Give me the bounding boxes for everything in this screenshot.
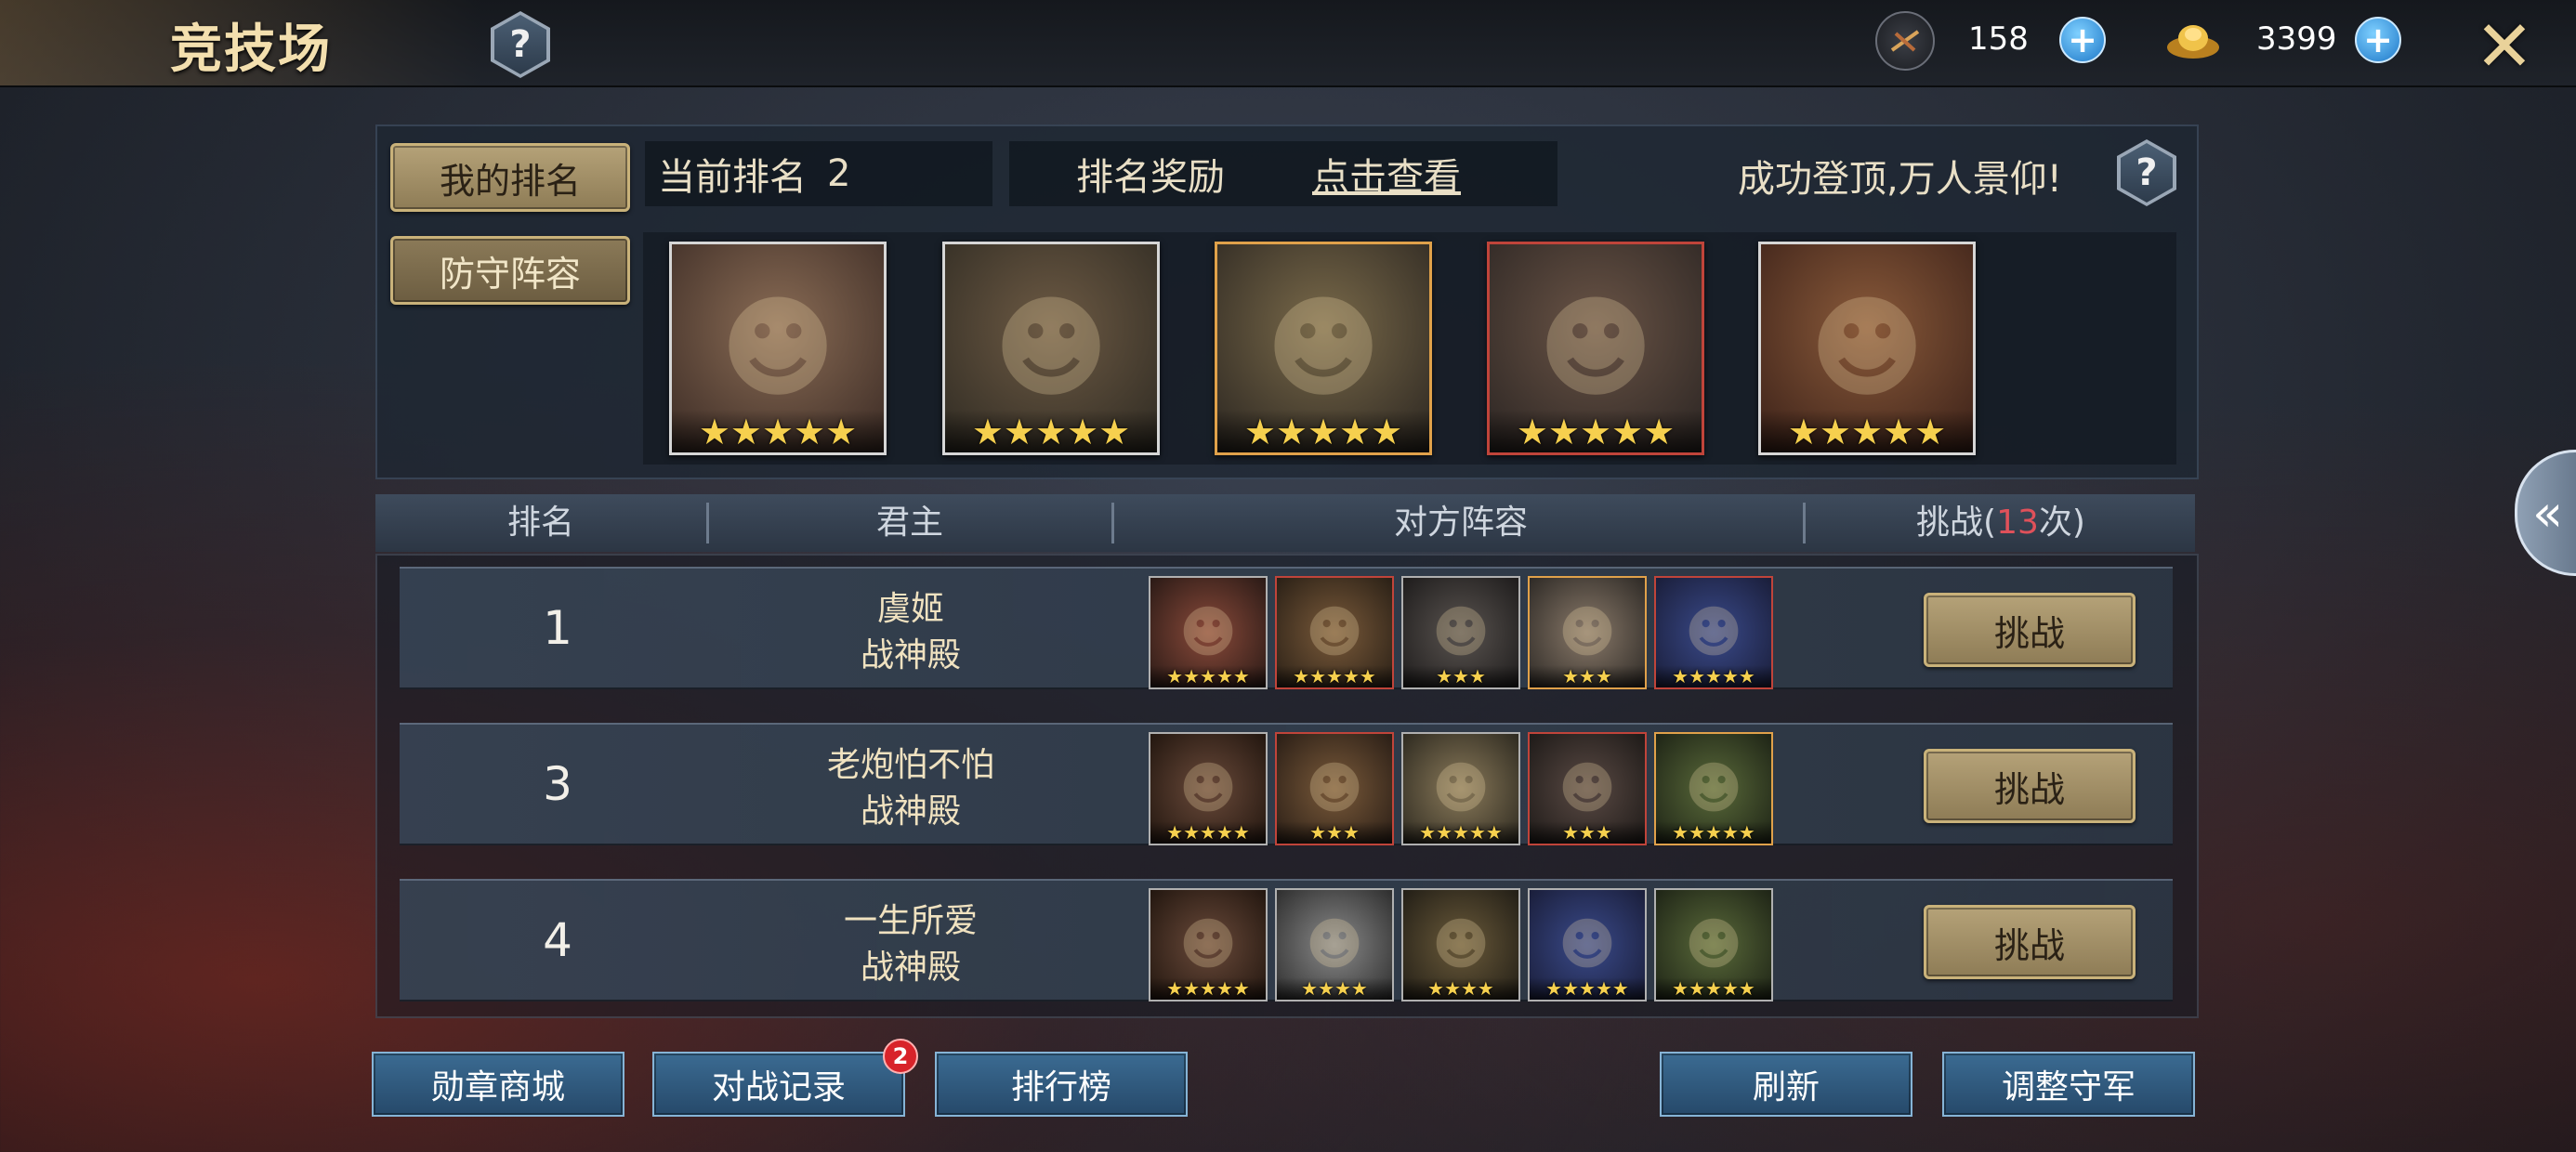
challenge-button[interactable]: 挑战 bbox=[1924, 905, 2136, 979]
rank-reward-box: 排名奖励 点击查看 bbox=[1009, 141, 1557, 206]
ranking-table-header: 排名 君主 对方阵容 挑战(13次) bbox=[375, 494, 2195, 552]
hero-stars: ★★★★ bbox=[1403, 977, 1518, 1000]
hero-stars: ★★★★★ bbox=[1530, 977, 1645, 1000]
current-rank-box: 当前排名 2 bbox=[645, 141, 992, 206]
table-row: 3 老炮怕不怕 战神殿 ☻ ★★★★★ ☻ ★★★ ☻ ★★★★★ ☻ ★★★ ☻ ★★★… bbox=[400, 723, 2173, 845]
refresh-button[interactable]: 刷新 bbox=[1660, 1052, 1912, 1117]
battle-log-button[interactable]: 对战记录 bbox=[652, 1052, 905, 1117]
defense-lineup-tab[interactable]: 防守阵容 bbox=[390, 236, 630, 305]
header-lord: 君主 bbox=[875, 504, 943, 542]
challenge-suffix: 次) bbox=[2038, 504, 2085, 542]
hero-stars: ★★★★★ bbox=[1217, 410, 1429, 452]
question-icon: ? bbox=[2136, 151, 2158, 194]
opponent-hero[interactable]: ☻ ★★★★ bbox=[1275, 888, 1394, 1001]
opponent-hero[interactable]: ☻ ★★★ bbox=[1401, 576, 1520, 689]
opponent-hero[interactable]: ☻ ★★★★★ bbox=[1654, 732, 1773, 845]
help-button[interactable]: ? bbox=[491, 11, 550, 78]
hero-stars: ★★★★★ bbox=[1277, 665, 1392, 687]
hero-stars: ★★★ bbox=[1403, 665, 1518, 687]
header-divider bbox=[706, 503, 709, 543]
hero-stars: ★★★★★ bbox=[1150, 977, 1266, 1000]
challenge-button[interactable]: 挑战 bbox=[1924, 749, 2136, 823]
token-icon bbox=[1875, 11, 1935, 71]
hero-stars: ★★★★★ bbox=[1656, 821, 1771, 844]
opponent-hero[interactable]: ☻ ★★★★★ bbox=[1528, 888, 1647, 1001]
token-count: 158 bbox=[1968, 20, 2029, 58]
rank-reward-link[interactable]: 点击查看 bbox=[1312, 147, 1461, 201]
header-lineup: 对方阵容 bbox=[1393, 504, 1528, 542]
header-rank: 排名 bbox=[506, 504, 574, 542]
hero-stars: ★★★ bbox=[1530, 665, 1645, 687]
opponent-hero[interactable]: ☻ ★★★★★ bbox=[1654, 888, 1773, 1001]
top-bar: 竞技场 ? 158 + 3399 + ✕ bbox=[0, 0, 2576, 87]
question-icon: ? bbox=[509, 23, 532, 66]
hero-stars: ★★★★ bbox=[1277, 977, 1392, 1000]
row-rank: 3 bbox=[543, 757, 572, 811]
current-rank-label: 当前排名 bbox=[658, 156, 807, 199]
table-row: 1 虞姬 战神殿 ☻ ★★★★★ ☻ ★★★★★ ☻ ★★★ ☻ ★★★ ☻ ★★★★★ … bbox=[400, 567, 2173, 689]
hero-stars: ★★★★★ bbox=[1150, 665, 1266, 687]
leaderboard-button[interactable]: 排行榜 bbox=[935, 1052, 1188, 1117]
hero-stars: ★★★★★ bbox=[1490, 410, 1702, 452]
row-lord-name: 一生所爱 bbox=[843, 902, 978, 940]
opponent-hero[interactable]: ☻ ★★★ bbox=[1528, 732, 1647, 845]
row-rank: 1 bbox=[543, 601, 572, 655]
opponent-hero[interactable]: ☻ ★★★★★ bbox=[1149, 888, 1268, 1001]
challenge-prefix: 挑战( bbox=[1916, 504, 1997, 542]
opponent-hero[interactable]: ☻ ★★★★★ bbox=[1654, 576, 1773, 689]
defense-hero-card[interactable]: ☻ ★★★★★ bbox=[1487, 242, 1704, 455]
close-icon: ✕ bbox=[2475, 4, 2534, 87]
hero-stars: ★★★★★ bbox=[1403, 821, 1518, 844]
hero-stars: ★★★★★ bbox=[1656, 977, 1771, 1000]
hero-stars: ★★★ bbox=[1530, 821, 1645, 844]
defense-hero-card[interactable]: ☻ ★★★★★ bbox=[669, 242, 887, 455]
opponent-hero[interactable]: ☻ ★★★★★ bbox=[1401, 732, 1520, 845]
gold-ingot-icon bbox=[2165, 11, 2221, 67]
opponent-hero[interactable]: ☻ ★★★ bbox=[1528, 576, 1647, 689]
close-button[interactable]: ✕ bbox=[2472, 5, 2537, 87]
row-rank: 4 bbox=[543, 913, 572, 967]
hero-stars: ★★★★★ bbox=[1761, 410, 1973, 452]
my-rank-tab[interactable]: 我的排名 bbox=[390, 143, 630, 212]
defense-hero-card[interactable]: ☻ ★★★★★ bbox=[942, 242, 1160, 455]
current-rank-value: 2 bbox=[827, 152, 851, 195]
row-lord-name: 虞姬 bbox=[876, 590, 944, 628]
chevron-left-icon: « bbox=[2532, 483, 2564, 543]
hero-stars: ★★★★★ bbox=[672, 410, 884, 452]
header-divider bbox=[1111, 503, 1114, 543]
hero-stars: ★★★★★ bbox=[1150, 821, 1266, 844]
adjust-defense-button[interactable]: 调整守军 bbox=[1942, 1052, 2195, 1117]
row-server: 战神殿 bbox=[860, 949, 961, 987]
hero-stars: ★★★★★ bbox=[1656, 665, 1771, 687]
rank-reward-label: 排名奖励 bbox=[1076, 156, 1225, 199]
row-lord-name: 老炮怕不怕 bbox=[826, 746, 994, 784]
ranking-table: 1 虞姬 战神殿 ☻ ★★★★★ ☻ ★★★★★ ☻ ★★★ ☻ ★★★ ☻ ★★★★★ … bbox=[375, 554, 2199, 1018]
opponent-hero[interactable]: ☻ ★★★★ bbox=[1401, 888, 1520, 1001]
challenge-count: 13 bbox=[1996, 504, 2039, 542]
opponent-hero[interactable]: ☻ ★★★ bbox=[1275, 732, 1394, 845]
row-server: 战神殿 bbox=[860, 636, 961, 674]
header-divider bbox=[1803, 503, 1806, 543]
battle-log-badge: 2 bbox=[883, 1039, 918, 1074]
defense-hero-card[interactable]: ☻ ★★★★★ bbox=[1215, 242, 1432, 455]
medal-shop-button[interactable]: 勋章商城 bbox=[372, 1052, 624, 1117]
opponent-hero[interactable]: ☻ ★★★★★ bbox=[1149, 732, 1268, 845]
hero-stars: ★★★ bbox=[1277, 821, 1392, 844]
page-title: 竞技场 bbox=[170, 19, 332, 80]
opponent-hero[interactable]: ☻ ★★★★★ bbox=[1275, 576, 1394, 689]
rank-slogan: 成功登顶,万人景仰! bbox=[1738, 158, 2062, 201]
header-challenge: 挑战(13次) bbox=[1807, 494, 2195, 552]
hero-stars: ★★★★★ bbox=[945, 410, 1157, 452]
add-token-button[interactable]: + bbox=[2059, 17, 2106, 63]
side-expand-tab[interactable]: « bbox=[2515, 450, 2576, 576]
add-gold-button[interactable]: + bbox=[2355, 17, 2401, 63]
opponent-hero[interactable]: ☻ ★★★★★ bbox=[1149, 576, 1268, 689]
defense-hero-card[interactable]: ☻ ★★★★★ bbox=[1758, 242, 1976, 455]
challenge-button[interactable]: 挑战 bbox=[1924, 593, 2136, 667]
table-row: 4 一生所爱 战神殿 ☻ ★★★★★ ☻ ★★★★ ☻ ★★★★ ☻ ★★★★★ ☻ ★★… bbox=[400, 879, 2173, 1001]
gold-count: 3399 bbox=[2256, 20, 2337, 58]
row-server: 战神殿 bbox=[860, 792, 961, 831]
